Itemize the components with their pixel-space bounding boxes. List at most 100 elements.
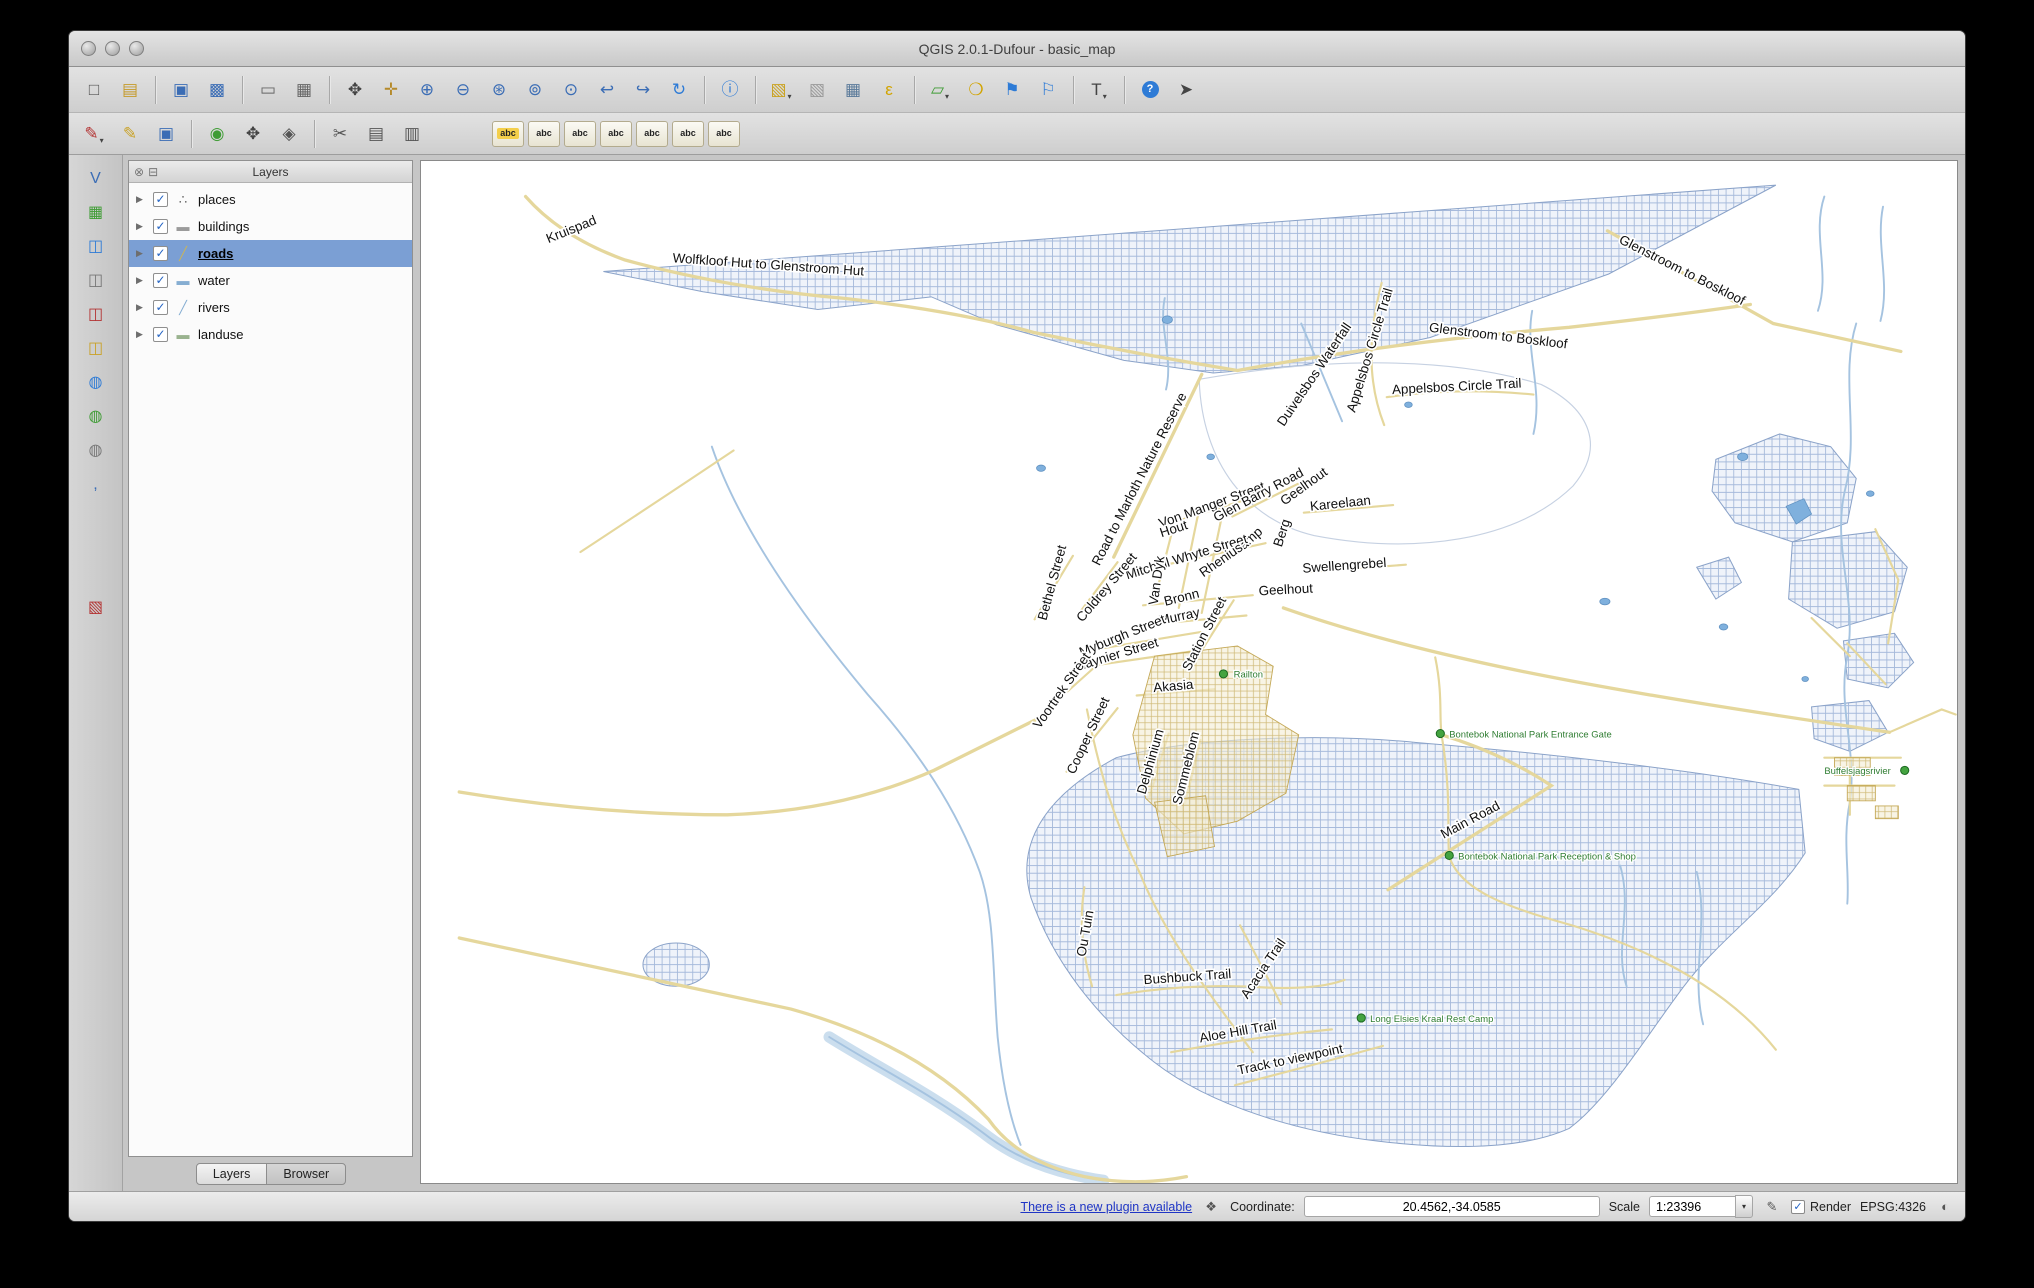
open-attribute-table-button[interactable]: ▦	[836, 75, 870, 105]
layer-visibility-checkbox[interactable]: ✓	[153, 246, 168, 261]
add-spatialite-layer-button[interactable]: ◫	[77, 265, 115, 296]
select-features-button[interactable]: ▧▾	[764, 75, 798, 105]
titlebar[interactable]: QGIS 2.0.1-Dufour - basic_map	[69, 31, 1965, 67]
layer-visibility-checkbox[interactable]: ✓	[153, 273, 168, 288]
close-button[interactable]	[81, 41, 96, 56]
show-bookmarks-button[interactable]: ⚐	[1031, 75, 1065, 105]
add-wms-layer-button[interactable]: ◍	[77, 367, 115, 398]
layer-visibility-checkbox[interactable]: ✓	[153, 192, 168, 207]
whats-this-button[interactable]: ➤	[1169, 75, 1203, 105]
new-project-button[interactable]: □	[77, 75, 111, 105]
zoom-next-button[interactable]: ↪	[626, 75, 660, 105]
text-annotation-dropdown-icon[interactable]: ▾	[1103, 92, 1107, 105]
add-postgis-layer-button[interactable]: ◫	[77, 231, 115, 262]
window-controls	[81, 31, 144, 66]
zoom-to-layer-button[interactable]: ⊙	[554, 75, 588, 105]
layer-item-roads[interactable]: ▶✓╱roads	[129, 240, 412, 267]
refresh-map-button[interactable]: ↻	[662, 75, 696, 105]
add-delimited-text-layer-button[interactable]: ,	[77, 469, 115, 500]
layer-item-water[interactable]: ▶✓▬water	[129, 267, 412, 294]
text-annotation-button[interactable]: T▾	[1082, 75, 1116, 105]
layer-item-places[interactable]: ▶✓∴places	[129, 186, 412, 213]
identify-features-button[interactable]: ⓘ	[713, 75, 747, 105]
add-oracle-layer-button[interactable]: ◫	[77, 333, 115, 364]
toggle-editing-button[interactable]: ✎	[113, 119, 147, 149]
map-canvas[interactable]: KruispadWolfkloof Hut to Glenstroom HutG…	[420, 160, 1958, 1184]
new-shapefile-layer-button[interactable]: ▧	[77, 592, 115, 623]
composer-manager-button[interactable]: ▦	[287, 75, 321, 105]
copy-features-button[interactable]: ▤	[359, 119, 393, 149]
expander-icon[interactable]: ▶	[136, 194, 147, 205]
measure-dropdown-icon[interactable]: ▾	[945, 92, 949, 105]
move-feature-button[interactable]: ✥	[236, 119, 270, 149]
highlight-pinned-labels-button[interactable]: abc	[564, 121, 596, 147]
show-hide-labels-button[interactable]: abc	[708, 121, 740, 147]
expander-icon[interactable]: ▶	[136, 248, 147, 259]
cut-features-button[interactable]: ✂	[323, 119, 357, 149]
layer-item-landuse[interactable]: ▶✓▬landuse	[129, 321, 412, 348]
add-mssql-layer-button[interactable]: ◫	[77, 299, 115, 330]
add-feature-button[interactable]: ◉	[200, 119, 234, 149]
zoom-to-selection-button[interactable]: ⊚	[518, 75, 552, 105]
layer-visibility-checkbox[interactable]: ✓	[153, 219, 168, 234]
current-edits-dropdown-icon[interactable]: ▾	[100, 136, 104, 149]
scale-edit-icon[interactable]: ✎	[1762, 1197, 1782, 1217]
layer-visibility-checkbox[interactable]: ✓	[153, 327, 168, 342]
labeling-options-button[interactable]: abc	[492, 121, 524, 147]
scale-input[interactable]	[1649, 1196, 1735, 1217]
measure-button[interactable]: ▱▾	[923, 75, 957, 105]
select-features-dropdown-icon[interactable]: ▾	[788, 92, 792, 105]
pan-to-selection-button[interactable]: ✛	[374, 75, 408, 105]
layer-visibility-checkbox[interactable]: ✓	[153, 300, 168, 315]
save-project-button[interactable]: ▣	[164, 75, 198, 105]
render-checkbox[interactable]: ✓ Render	[1791, 1200, 1851, 1214]
map-tips-button[interactable]: ❍	[959, 75, 993, 105]
expander-icon[interactable]: ▶	[136, 329, 147, 340]
layer-type-icon: ▬	[174, 327, 192, 342]
pan-map-icon: ✥	[348, 81, 362, 98]
new-bookmark-button[interactable]: ⚑	[995, 75, 1029, 105]
zoom-in-button[interactable]: ⊕	[410, 75, 444, 105]
panel-float-button[interactable]: ⊟	[148, 166, 158, 178]
panel-close-button[interactable]: ⊗	[134, 166, 144, 178]
zoom-last-button[interactable]: ↩	[590, 75, 624, 105]
move-label-button[interactable]: abc	[600, 121, 632, 147]
rotate-label-button[interactable]: abc	[636, 121, 668, 147]
change-label-button[interactable]: abc	[672, 121, 704, 147]
minimize-button[interactable]	[105, 41, 120, 56]
zoom-out-button[interactable]: ⊖	[446, 75, 480, 105]
toolbar-separator	[1073, 76, 1074, 104]
node-tool-button[interactable]: ◈	[272, 119, 306, 149]
open-project-button[interactable]: ▤	[113, 75, 147, 105]
save-layer-edits-button[interactable]: ▣	[149, 119, 183, 149]
projection-button[interactable]: ◐	[1935, 1197, 1955, 1217]
new-print-composer-button[interactable]: ▭	[251, 75, 285, 105]
maximize-button[interactable]	[129, 41, 144, 56]
current-edits-button[interactable]: ✎▾	[77, 119, 111, 149]
plugin-icon[interactable]: ❖	[1201, 1197, 1221, 1217]
plugin-available-link[interactable]: There is a new plugin available	[1020, 1200, 1192, 1214]
toolbar-separator	[329, 76, 330, 104]
expander-icon[interactable]: ▶	[136, 275, 147, 286]
scale-dropdown-icon[interactable]: ▾	[1735, 1195, 1753, 1218]
add-raster-layer-button[interactable]: ▦	[77, 197, 115, 228]
add-vector-layer-button[interactable]: V	[77, 163, 115, 194]
expander-icon[interactable]: ▶	[136, 221, 147, 232]
pan-map-button[interactable]: ✥	[338, 75, 372, 105]
save-project-as-button[interactable]: ▩	[200, 75, 234, 105]
deselect-features-button[interactable]: ▧	[800, 75, 834, 105]
panel-tab-browser[interactable]: Browser	[266, 1163, 346, 1185]
expander-icon[interactable]: ▶	[136, 302, 147, 313]
panel-tab-layers[interactable]: Layers	[196, 1163, 268, 1185]
pin-labels-button[interactable]: abc	[528, 121, 560, 147]
layer-item-rivers[interactable]: ▶✓╱rivers	[129, 294, 412, 321]
add-wcs-layer-button[interactable]: ◍	[77, 401, 115, 432]
zoom-full-extent-button[interactable]: ⊛	[482, 75, 516, 105]
layer-item-buildings[interactable]: ▶✓▬buildings	[129, 213, 412, 240]
scale-combo[interactable]: ▾	[1649, 1195, 1753, 1218]
field-calculator-button[interactable]: ε	[872, 75, 906, 105]
help-contents-button[interactable]: ?	[1133, 75, 1167, 105]
paste-features-button[interactable]: ▥	[395, 119, 429, 149]
coordinate-input[interactable]	[1304, 1196, 1600, 1217]
add-wfs-layer-button[interactable]: ◍	[77, 435, 115, 466]
